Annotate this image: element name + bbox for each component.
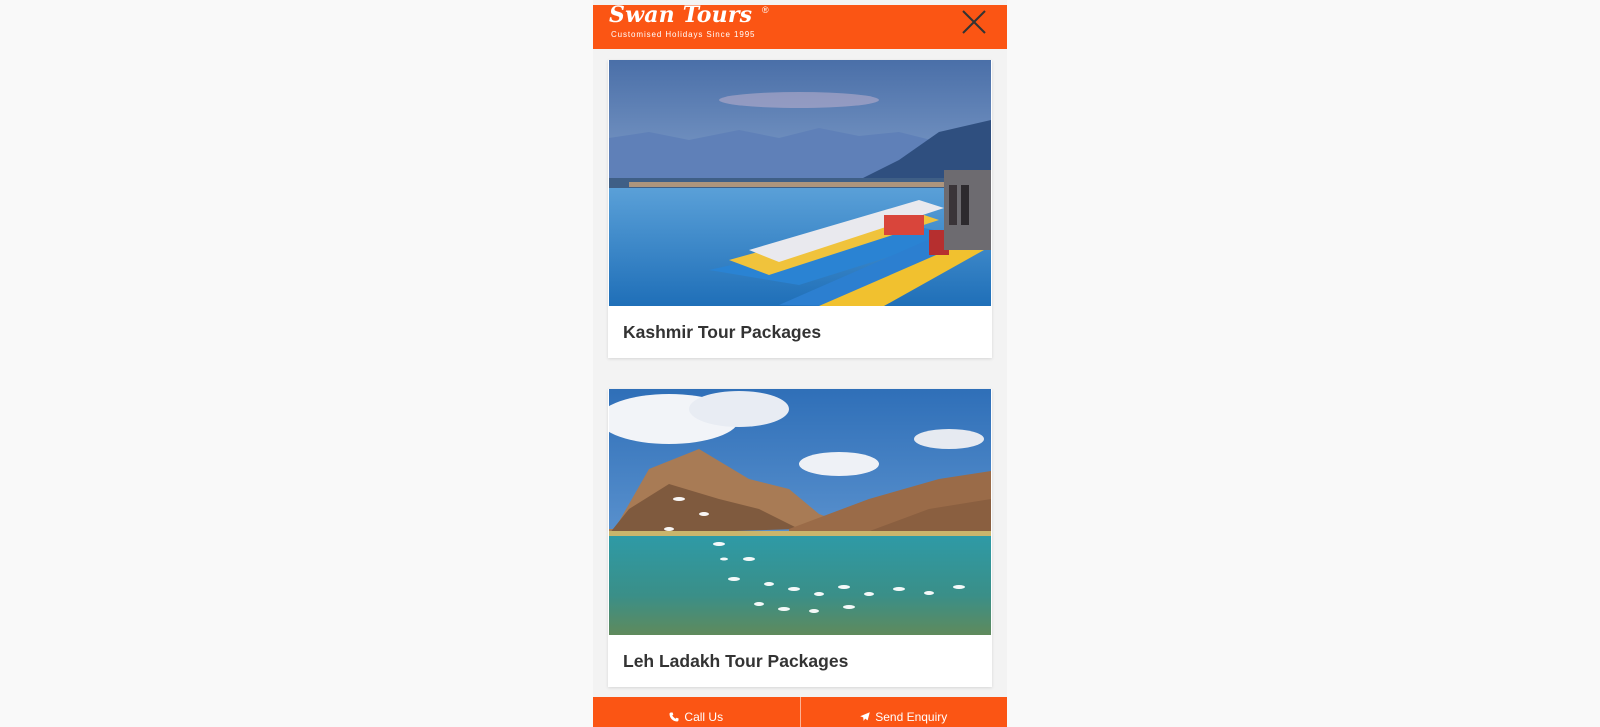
brand-logo[interactable]: Swan Tours ® Customised Holidays Since 1…: [609, 2, 779, 49]
kashmir-image[interactable]: [609, 60, 991, 306]
phone-icon: [669, 712, 679, 722]
send-enquiry-label: Send Enquiry: [875, 710, 948, 724]
site-header: Swan Tours ® Customised Holidays Since 1…: [593, 2, 1007, 49]
sticky-footer-bar: Call Us Send Enquiry: [593, 697, 1007, 727]
call-us-label: Call Us: [684, 710, 724, 724]
send-enquiry-button[interactable]: Send Enquiry: [799, 697, 1008, 727]
call-us-button[interactable]: Call Us: [593, 697, 800, 727]
brand-name: Swan Tours: [609, 2, 753, 28]
tour-card-kashmir[interactable]: Kashmir Tour Packages: [608, 60, 992, 358]
card-title[interactable]: Kashmir Tour Packages: [623, 322, 821, 343]
card-title[interactable]: Leh Ladakh Tour Packages: [623, 651, 848, 672]
leh-ladakh-image[interactable]: [609, 389, 991, 635]
paper-plane-icon: [860, 712, 871, 722]
tour-card-leh-ladakh[interactable]: Leh Ladakh Tour Packages: [608, 389, 992, 687]
brand-tagline: Customised Holidays Since 1995: [611, 30, 756, 39]
mobile-page: Swan Tours ® Customised Holidays Since 1…: [593, 0, 1007, 727]
close-button[interactable]: [959, 7, 989, 37]
close-icon: [959, 7, 989, 37]
registered-mark: ®: [762, 5, 769, 15]
